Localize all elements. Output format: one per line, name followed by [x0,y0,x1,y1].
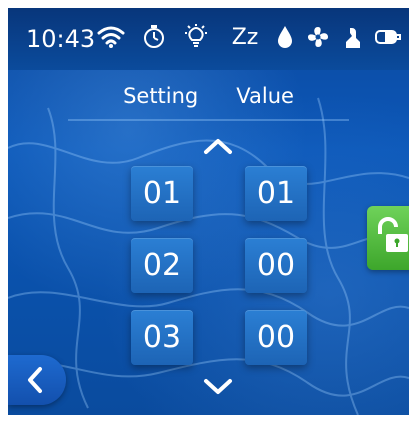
value-tile-2[interactable]: 00 [245,238,307,293]
fan-icon [303,22,333,52]
lamp-icon [372,22,404,52]
setting-value: 03 [142,320,182,355]
setting-column-label: Setting [123,84,199,108]
value-value: 00 [256,320,296,355]
status-time: 10:43 [26,25,96,53]
header-divider [68,119,349,121]
chevron-up-icon[interactable] [198,134,238,158]
value-column-label: Value [236,84,294,108]
value-tile-1[interactable]: 01 [245,166,307,221]
value-value: 00 [256,248,296,283]
status-bar: 10:43 Zz [8,8,409,70]
sleep-label: Zz [231,24,259,50]
value-tile-3[interactable]: 00 [245,310,307,365]
setting-tile-2[interactable]: 02 [131,238,193,293]
sleep-icon: Zz [225,22,265,52]
screen: 10:43 Zz Setting Value 01 01 02 00 03 00 [8,8,409,415]
setting-value: 02 [142,248,182,283]
setting-tile-3[interactable]: 03 [131,310,193,365]
unlock-button[interactable] [367,206,409,270]
table-header: Setting Value [8,78,409,116]
filter-icon [340,22,366,52]
light-bulb-icon [181,22,211,52]
back-button[interactable] [8,355,66,405]
setting-value: 01 [142,176,182,211]
water-drop-icon [274,22,296,52]
timer-icon [141,22,167,52]
value-value: 01 [256,176,296,211]
wifi-icon [94,22,128,52]
setting-tile-1[interactable]: 01 [131,166,193,221]
unlock-icon [378,217,408,252]
chevron-left-icon [28,367,42,393]
chevron-down-icon[interactable] [198,375,238,399]
